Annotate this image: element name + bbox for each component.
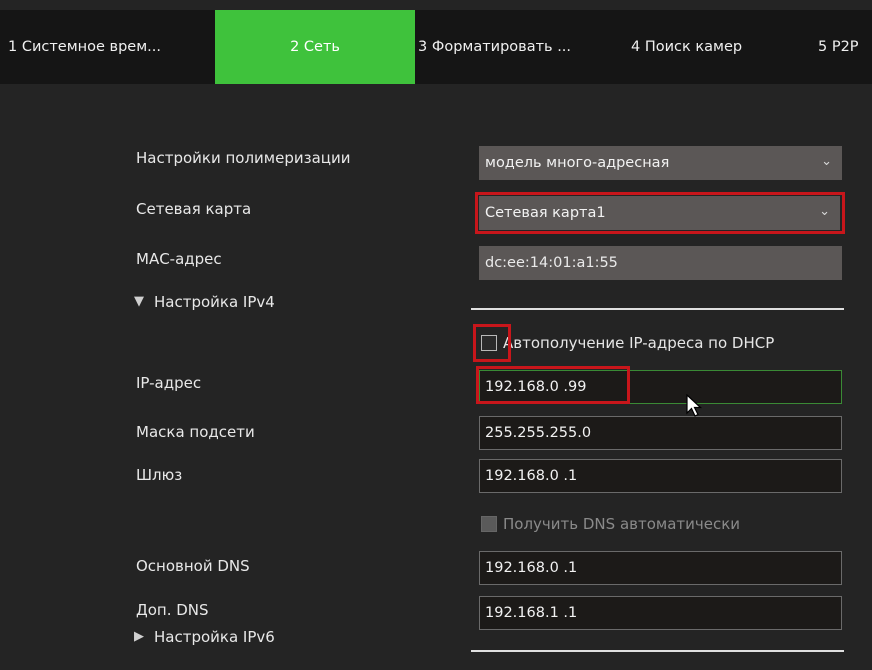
- ipv6-section-label: Настройка IPv6: [154, 628, 275, 646]
- aggregation-select[interactable]: модель много-адресная ⌄: [479, 146, 842, 180]
- nic-select[interactable]: Сетевая карта1 ⌄: [479, 196, 840, 230]
- tab-network[interactable]: 2 Сеть: [215, 10, 415, 84]
- tab-p2p[interactable]: 5 P2P: [818, 10, 872, 84]
- dns1-label: Основной DNS: [136, 557, 250, 575]
- nic-value: Сетевая карта1: [485, 205, 606, 221]
- dns2-label: Доп. DNS: [136, 601, 209, 619]
- dns-auto-label: Получить DNS автоматически: [503, 515, 741, 533]
- tab-system-time[interactable]: 1 Системное врем...: [8, 10, 208, 84]
- dhcp-checkbox[interactable]: [481, 335, 497, 351]
- dns2-input[interactable]: 192.168.1 .1: [479, 596, 842, 630]
- dhcp-checkbox-row[interactable]: Автополучение IP-адреса по DHCP: [481, 332, 774, 354]
- dns-auto-checkbox[interactable]: [481, 516, 497, 532]
- dns2-value: 192.168.1 .1: [485, 605, 578, 621]
- ip-label: IP-адрес: [136, 374, 202, 392]
- ipv4-section-label: Настройка IPv4: [154, 293, 275, 311]
- mask-value: 255.255.255.0: [485, 425, 592, 441]
- aggregation-label: Настройки полимеризации: [136, 149, 351, 167]
- dns1-input[interactable]: 192.168.0 .1: [479, 551, 842, 585]
- ipv6-divider: [471, 650, 844, 652]
- tab-bar: 1 Системное врем... 2 Сеть 3 Форматирова…: [0, 10, 872, 84]
- dns-auto-checkbox-row[interactable]: Получить DNS автоматически: [481, 513, 740, 535]
- ipv4-divider: [471, 308, 844, 310]
- mac-value: dc:ee:14:01:a1:55: [485, 255, 618, 271]
- nic-label: Сетевая карта: [136, 200, 252, 218]
- gateway-value: 192.168.0 .1: [485, 468, 578, 484]
- dns1-value: 192.168.0 .1: [485, 560, 578, 576]
- gateway-input[interactable]: 192.168.0 .1: [479, 459, 842, 493]
- chevron-down-icon: ⌄: [821, 154, 832, 169]
- gateway-label: Шлюз: [136, 466, 183, 484]
- triangle-down-icon: ▼: [134, 294, 144, 309]
- mask-label: Маска подсети: [136, 423, 255, 441]
- mac-field: dc:ee:14:01:a1:55: [479, 246, 842, 280]
- mac-label: МАС-адрес: [136, 250, 222, 268]
- ip-input[interactable]: 192.168.0 .99: [479, 370, 842, 404]
- ipv6-section-toggle[interactable]: ▶ Настройка IPv6: [134, 628, 275, 646]
- tab-camera-search[interactable]: 4 Поиск камер: [631, 10, 781, 84]
- triangle-right-icon: ▶: [134, 629, 144, 644]
- chevron-down-icon: ⌄: [819, 204, 830, 219]
- tab-format[interactable]: 3 Форматировать ...: [418, 10, 618, 84]
- ipv4-section-toggle[interactable]: ▼ Настройка IPv4: [134, 293, 275, 311]
- mask-input[interactable]: 255.255.255.0: [479, 416, 842, 450]
- aggregation-value: модель много-адресная: [485, 155, 670, 171]
- mouse-cursor-icon: [686, 394, 703, 417]
- dhcp-label: Автополучение IP-адреса по DHCP: [503, 334, 775, 352]
- ip-value: 192.168.0 .99: [485, 379, 587, 395]
